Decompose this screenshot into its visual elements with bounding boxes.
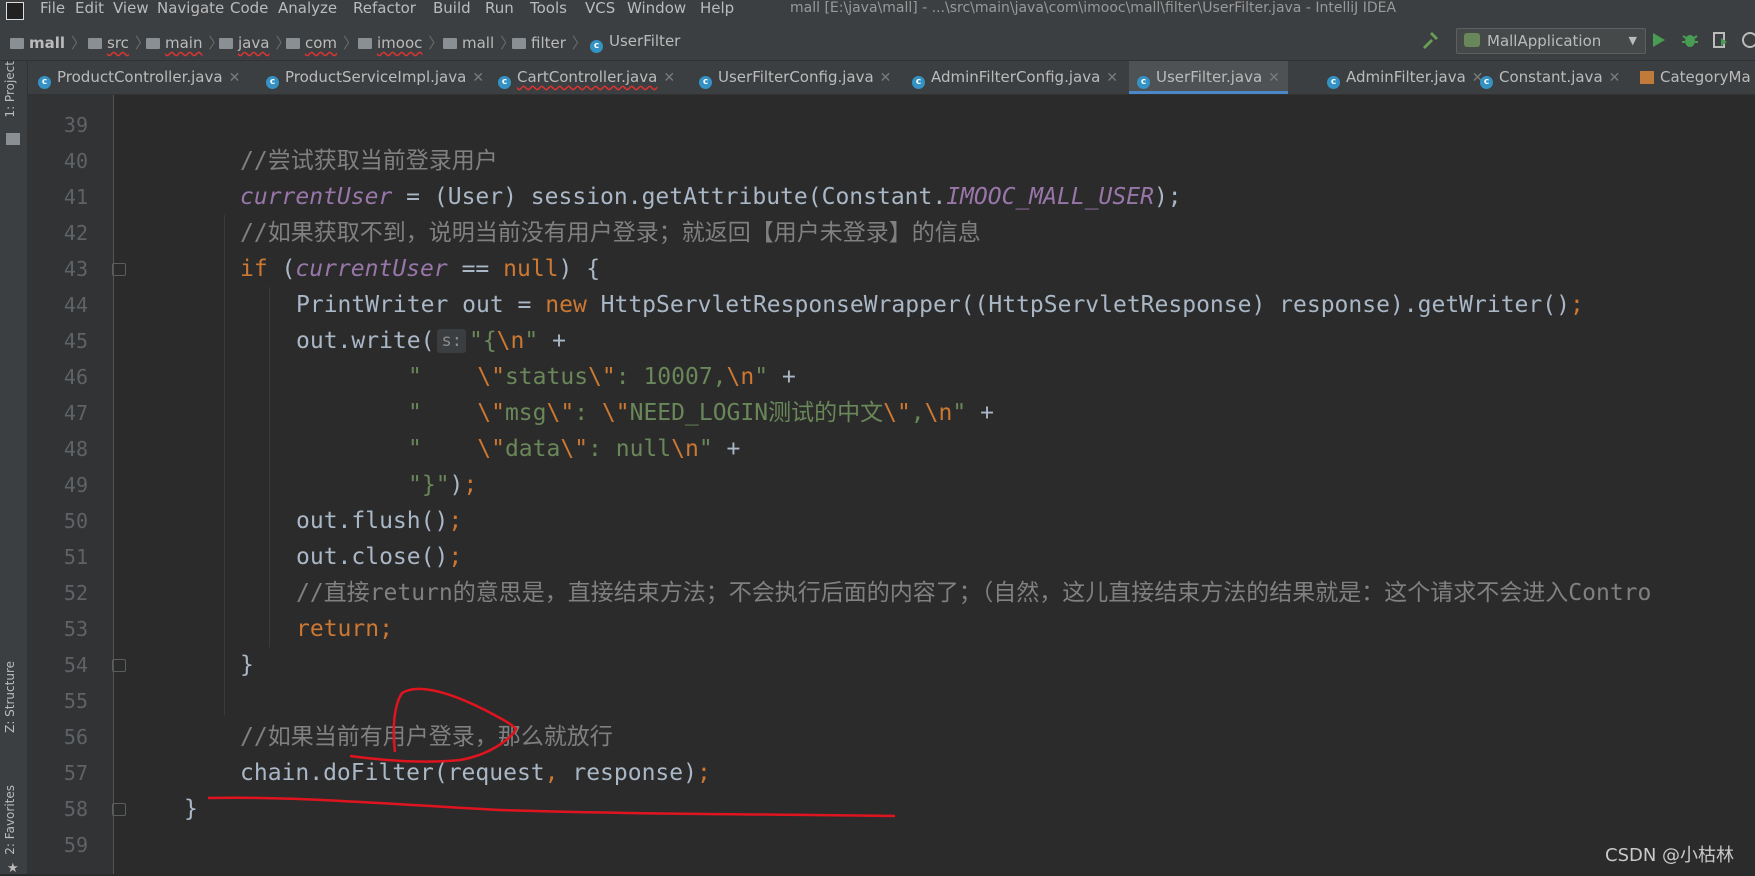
red-pen-annotation [207, 687, 896, 818]
csdn-watermark: CSDN @小枯林 [1605, 845, 1735, 866]
